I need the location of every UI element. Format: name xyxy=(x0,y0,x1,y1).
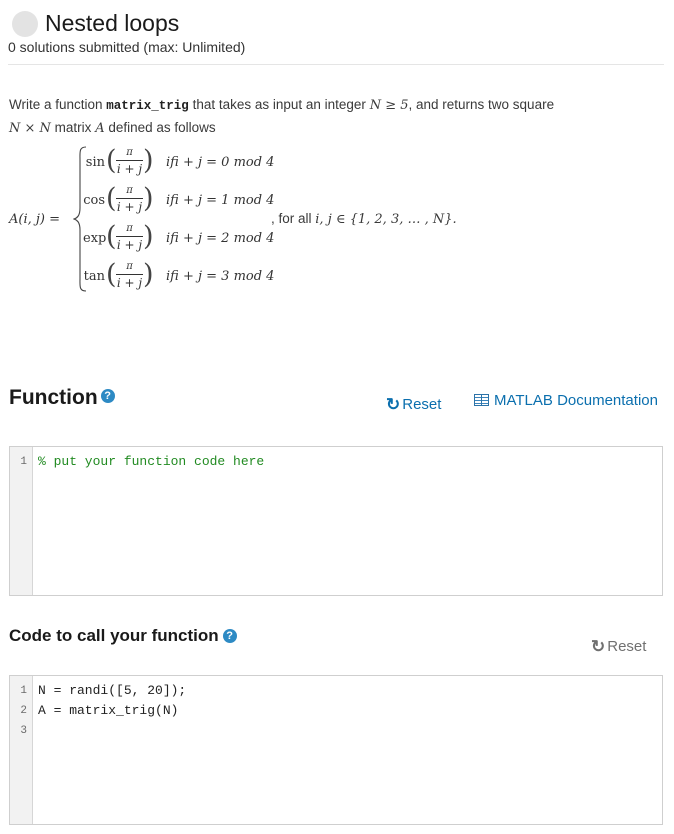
math-condition: N ≥ 5 xyxy=(369,98,409,113)
book-icon xyxy=(474,394,489,406)
call-section-title: Code to call your function? xyxy=(9,626,237,646)
case-function: cos xyxy=(83,193,105,208)
desc-text: defined as follows xyxy=(104,120,216,135)
paren-left: ( xyxy=(106,183,117,214)
code-line[interactable]: 1 N = randi([5, 20]); xyxy=(10,681,662,701)
paren-left: ( xyxy=(106,259,117,290)
case-condition: ifi + j = 3 mod 4 xyxy=(166,269,275,284)
question-circle-icon[interactable]: ? xyxy=(100,389,115,404)
header-divider xyxy=(8,64,664,65)
submission-count: 0 solutions submitted (max: Unlimited) xyxy=(8,39,246,55)
line-number: 1 xyxy=(20,685,27,697)
reset-icon: ↻ xyxy=(386,395,401,414)
doc-label: MATLAB Documentation xyxy=(494,392,658,409)
reset-label: Reset xyxy=(402,396,442,413)
case-function: exp xyxy=(83,231,107,246)
fraction-numerator: π xyxy=(126,261,133,272)
line-number: 1 xyxy=(20,456,27,468)
status-indicator-icon xyxy=(12,11,38,37)
function-code-editor[interactable]: 1 % put your function code here xyxy=(9,446,663,596)
call-reset-button[interactable]: ↻ Reset xyxy=(591,636,646,656)
section-title-text: Code to call your function xyxy=(9,626,219,645)
fraction-numerator: π xyxy=(126,147,133,158)
desc-text: Write a function xyxy=(9,97,107,112)
code-text[interactable]: % put your function code here xyxy=(38,452,264,472)
call-code-editor[interactable]: 1 N = randi([5, 20]); 2 A = matrix_trig(… xyxy=(9,675,663,825)
paren-right: ) xyxy=(143,259,154,290)
problem-description: Write a function matrix_trig that takes … xyxy=(9,94,659,139)
line-number: 2 xyxy=(20,705,27,717)
fraction-denominator: i + j xyxy=(116,162,143,176)
case-function: tan xyxy=(83,269,105,284)
fraction-denominator: i + j xyxy=(116,276,143,290)
function-name: matrix_trig xyxy=(106,99,189,113)
function-reset-button[interactable]: ↻ Reset xyxy=(386,394,441,414)
section-title-text: Function xyxy=(9,386,98,409)
code-line[interactable]: 1 % put your function code here xyxy=(10,452,662,472)
case-condition: ifi + j = 1 mod 4 xyxy=(166,193,275,208)
paren-right: ) xyxy=(143,221,154,252)
forall-text: , for all xyxy=(271,211,316,226)
fraction-numerator: π xyxy=(126,223,133,234)
line-number: 3 xyxy=(20,725,27,737)
code-line[interactable]: 2 A = matrix_trig(N) xyxy=(10,701,662,721)
paren-left: ( xyxy=(106,221,117,252)
fraction-numerator: π xyxy=(126,185,133,196)
fraction: π i + j xyxy=(116,147,143,176)
paren-left: ( xyxy=(106,145,117,176)
case-condition: ifi + j = 0 mod 4 xyxy=(166,155,275,170)
matlab-documentation-link[interactable]: MATLAB Documentation xyxy=(474,392,658,409)
case-function: sin xyxy=(85,155,105,170)
code-text[interactable]: N = randi([5, 20]); xyxy=(38,681,186,701)
reset-icon: ↻ xyxy=(591,637,606,656)
desc-text: matrix xyxy=(50,120,96,135)
fraction-denominator: i + j xyxy=(116,238,143,252)
reset-label: Reset xyxy=(607,638,647,655)
paren-right: ) xyxy=(143,145,154,176)
fraction: π i + j xyxy=(116,261,143,290)
question-circle-icon[interactable]: ? xyxy=(222,628,237,643)
piecewise-formula: A(i, j) = sin ( π i + j ) ifi + j = 0 mod… xyxy=(9,140,479,300)
formula-lhs: A(i, j) = xyxy=(9,212,61,227)
function-section-title: Function? xyxy=(9,386,115,410)
forall-clause: , for all i, j ∈ {1, 2, 3, … , N}. xyxy=(271,211,457,227)
code-line[interactable]: 3 xyxy=(10,721,662,741)
paren-right: ) xyxy=(143,183,154,214)
case-condition: ifi + j = 2 mod 4 xyxy=(166,231,275,246)
fraction-denominator: i + j xyxy=(116,200,143,214)
code-text[interactable]: A = matrix_trig(N) xyxy=(38,701,178,721)
desc-text: , and returns two square xyxy=(408,97,555,112)
forall-math: i, j ∈ {1, 2, 3, … , N}. xyxy=(315,212,457,227)
fraction: π i + j xyxy=(116,185,143,214)
problem-title: Nested loops xyxy=(45,10,180,36)
desc-text: that takes as input an integer xyxy=(188,97,370,112)
fraction: π i + j xyxy=(116,223,143,252)
math-dims: N × N xyxy=(9,121,51,136)
math-var: A xyxy=(95,121,105,136)
